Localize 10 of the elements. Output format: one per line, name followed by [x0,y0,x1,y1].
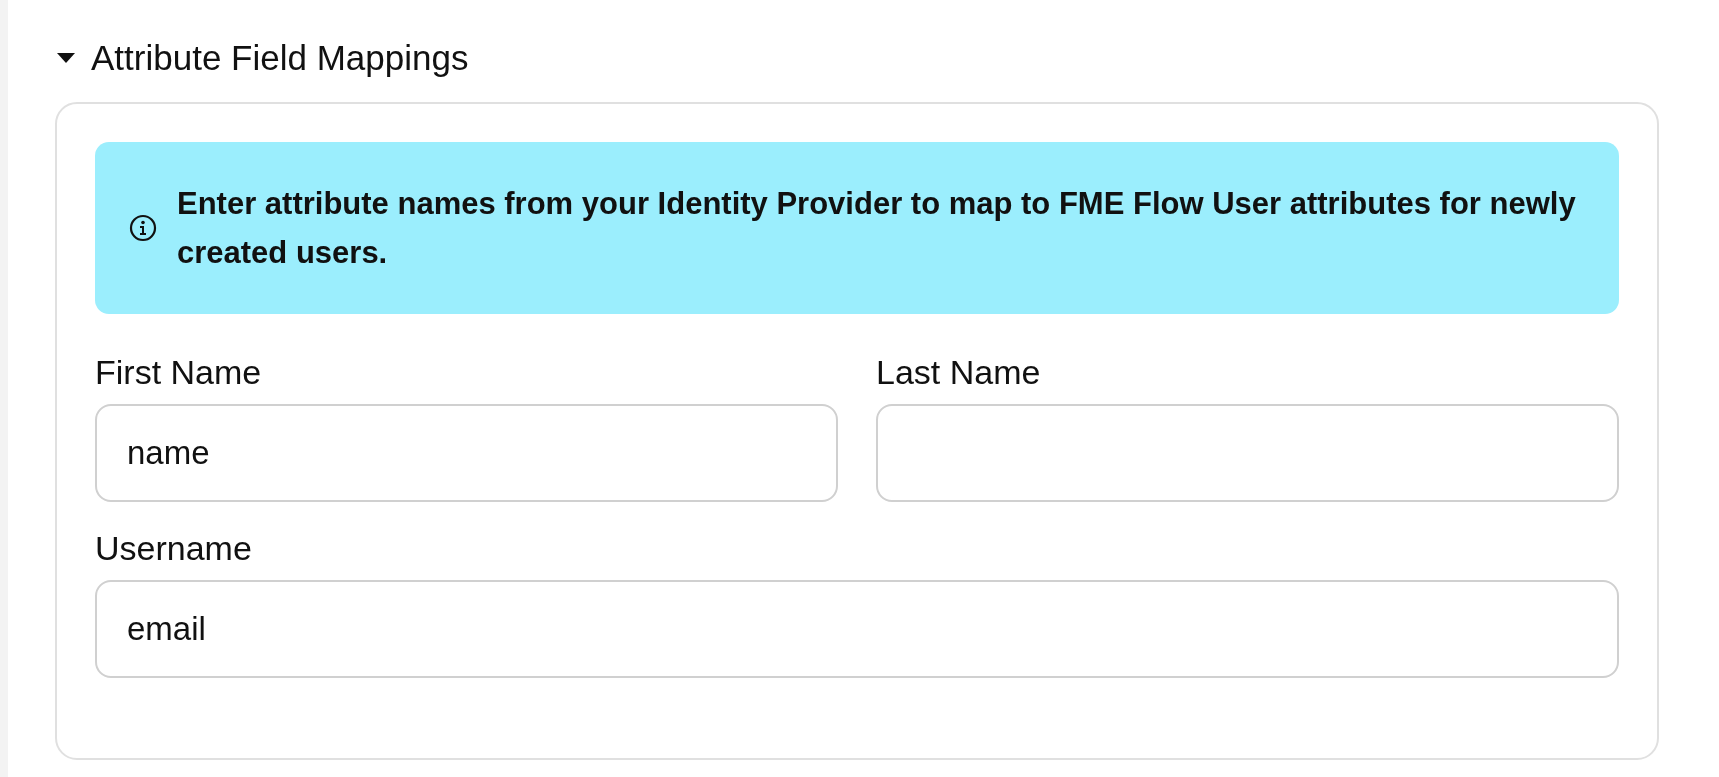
info-icon [129,214,157,242]
field-label: First Name [95,352,262,392]
input-field[interactable]: name [95,404,838,502]
field-label: Last Name [876,352,1041,392]
info-message: Enter attribute names from your Identity Provider to map to FME Flow User attributes for newly created users. [177,185,1577,272]
caret-down-icon [57,53,75,63]
field-label: Username [95,528,252,568]
input-field[interactable]: email [95,580,1619,678]
section-title: Attribute Field Mappings [91,36,469,79]
input-field[interactable] [876,404,1619,502]
